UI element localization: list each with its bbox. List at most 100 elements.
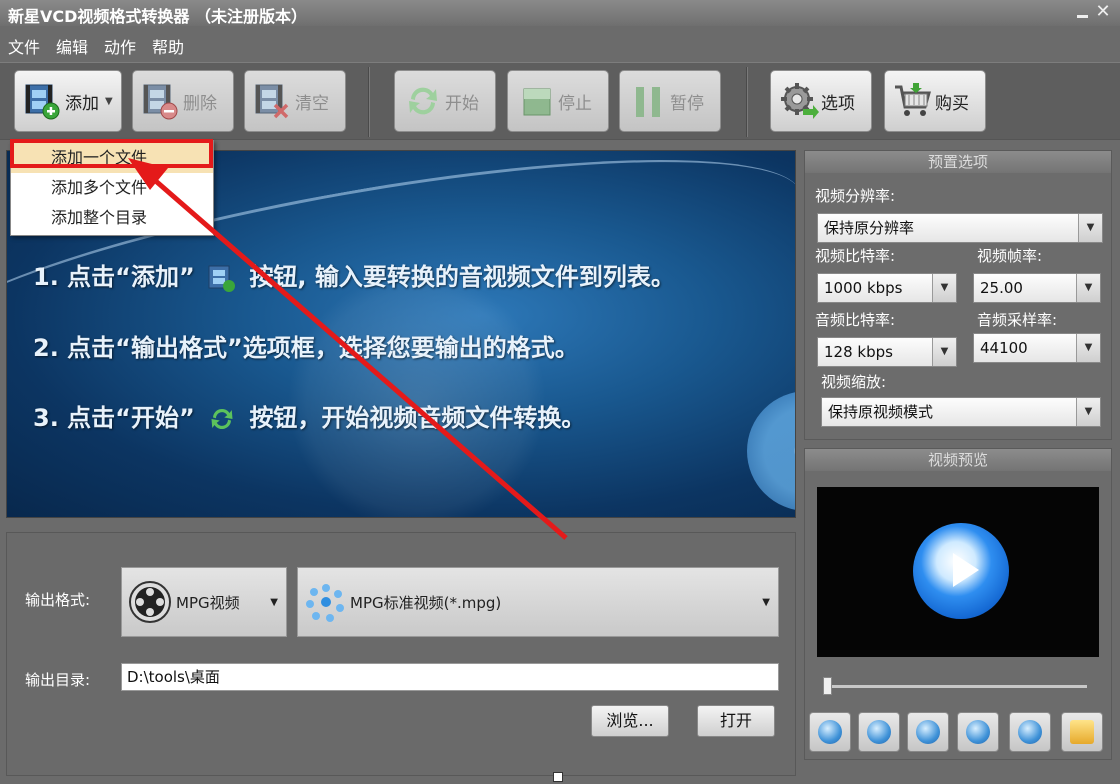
video-bitrate-label: 视频比特率:	[815, 247, 896, 265]
seek-bar[interactable]	[825, 685, 1087, 688]
pause-button[interactable]: 暂停	[619, 70, 721, 132]
seek-thumb[interactable]	[823, 677, 832, 695]
video-bitrate-value: 1000 kbps	[824, 279, 903, 297]
pause-button-label: 暂停	[670, 93, 704, 114]
dots-circle-icon	[306, 584, 344, 622]
open-button[interactable]: 打开	[697, 705, 775, 737]
stop-button[interactable]: 停止	[507, 70, 609, 132]
open-folder-control-button[interactable]	[1061, 712, 1103, 752]
options-button-label: 选项	[821, 93, 855, 114]
clear-button[interactable]: 清空	[244, 70, 346, 132]
add-button-label: 添加	[65, 93, 99, 114]
refresh-arrows-icon	[211, 408, 233, 430]
volume-control-button[interactable]	[957, 712, 999, 752]
chevron-down-icon: ▼	[1076, 334, 1100, 362]
output-format-select[interactable]: MPG视频 ▼	[121, 567, 287, 637]
output-subformat-select[interactable]: MPG标准视频(*.mpg) ▼	[297, 567, 779, 637]
samplerate-value: 44100	[980, 339, 1028, 357]
framerate-value: 25.00	[980, 279, 1023, 297]
minimize-button[interactable]	[1076, 6, 1090, 20]
chevron-down-icon: ▼	[1078, 214, 1102, 242]
pause-control-button[interactable]	[858, 712, 900, 752]
snapshot-control-button[interactable]	[1009, 712, 1051, 752]
video-bitrate-select[interactable]: 1000 kbps ▼	[817, 273, 957, 303]
buy-button[interactable]: 购买	[884, 70, 986, 132]
clear-film-icon	[255, 84, 289, 119]
add-button[interactable]: 添加 ▼	[14, 70, 122, 132]
step-3-text-a: 3. 点击“开始”	[33, 404, 195, 432]
samplerate-label: 音频采样率:	[977, 311, 1058, 329]
close-button[interactable]: ✕	[1094, 2, 1112, 22]
preview-screen[interactable]	[817, 487, 1099, 657]
disc-decoration	[747, 391, 795, 511]
folder-icon	[1070, 720, 1094, 744]
audio-bitrate-select[interactable]: 128 kbps ▼	[817, 337, 957, 367]
play-icon[interactable]	[913, 523, 1009, 619]
menu-help[interactable]: 帮助	[144, 30, 192, 60]
preset-options-panel: 预置选项 视频分辨率: 保持原分辨率 ▼ 视频比特率: 视频帧率: 1000 k…	[804, 150, 1112, 440]
framerate-label: 视频帧率:	[977, 247, 1043, 265]
add-film-icon	[25, 84, 60, 120]
audio-bitrate-value: 128 kbps	[824, 343, 893, 361]
delete-button-label: 删除	[183, 93, 217, 114]
menu-item-add-multiple-files[interactable]: 添加多个文件	[11, 173, 213, 203]
video-preview-panel: 视频预览	[804, 448, 1112, 760]
toolbar: 添加 ▼ 删除 清空 开始 停止 暂停 选项 购买	[0, 62, 1120, 140]
options-button[interactable]: 选项	[770, 70, 872, 132]
delete-button[interactable]: 删除	[132, 70, 234, 132]
title-bar: 新星VCD视频格式转换器 （未注册版本） ✕	[0, 0, 1120, 26]
speaker-icon	[966, 720, 990, 744]
step-1-text-a: 1. 点击“添加”	[33, 263, 195, 291]
browse-button[interactable]: 浏览...	[591, 705, 669, 737]
scale-select[interactable]: 保持原视频模式 ▼	[821, 397, 1101, 427]
instruction-step-1: 1. 点击“添加” 按钮, 输入要转换的音视频文件到列表。	[33, 257, 675, 293]
output-format-value: MPG视频	[176, 593, 240, 612]
menu-item-add-directory[interactable]: 添加整个目录	[11, 203, 213, 233]
samplerate-select[interactable]: 44100 ▼	[973, 333, 1101, 363]
shopping-cart-icon	[895, 83, 931, 116]
stop-control-button[interactable]	[907, 712, 949, 752]
stop-button-label: 停止	[558, 93, 592, 114]
chevron-down-icon: ▼	[1076, 274, 1100, 302]
menu-action[interactable]: 动作	[96, 30, 144, 60]
menu-item-add-one-file[interactable]: 添加一个文件	[11, 143, 213, 173]
resize-grip[interactable]	[553, 772, 563, 782]
delete-film-icon	[143, 84, 178, 120]
start-button-label: 开始	[445, 93, 479, 114]
play-control-button[interactable]	[809, 712, 851, 752]
output-format-label: 输出格式:	[25, 591, 91, 609]
add-dropdown-menu: 添加一个文件 添加多个文件 添加整个目录	[10, 140, 214, 236]
add-film-icon	[208, 265, 236, 292]
chevron-down-icon: ▼	[270, 596, 278, 608]
toolbar-separator	[746, 67, 748, 137]
window-title: 新星VCD视频格式转换器 （未注册版本）	[8, 7, 307, 26]
framerate-select[interactable]: 25.00 ▼	[973, 273, 1101, 303]
audio-bitrate-label: 音频比特率:	[815, 311, 896, 329]
chevron-down-icon: ▼	[105, 95, 113, 107]
pause-icon	[867, 720, 891, 744]
stop-icon	[916, 720, 940, 744]
clear-button-label: 清空	[295, 93, 329, 114]
output-dir-input[interactable]: D:\tools\桌面	[121, 663, 779, 691]
film-reel-icon	[129, 581, 171, 623]
chevron-down-icon: ▼	[1076, 398, 1100, 426]
preview-panel-header: 视频预览	[805, 449, 1111, 471]
refresh-arrows-icon	[409, 87, 437, 115]
output-subformat-value: MPG标准视频(*.mpg)	[350, 593, 502, 612]
menu-edit[interactable]: 编辑	[48, 30, 96, 60]
pause-bars-icon	[636, 87, 660, 117]
buy-button-label: 购买	[935, 93, 969, 114]
instruction-step-3: 3. 点击“开始” 按钮，开始视频音频文件转换。	[33, 398, 585, 434]
menu-bar: 文件 编辑 动作 帮助	[0, 30, 1120, 60]
instruction-step-2: 2. 点击“输出格式”选项框，选择您要输出的格式。	[33, 334, 579, 362]
toolbar-separator	[368, 67, 370, 137]
chevron-down-icon: ▼	[932, 338, 956, 366]
resolution-select[interactable]: 保持原分辨率 ▼	[817, 213, 1103, 243]
output-dir-label: 输出目录:	[25, 671, 91, 689]
chevron-down-icon: ▼	[762, 596, 770, 608]
stop-square-icon	[523, 88, 551, 116]
resolution-value: 保持原分辨率	[824, 219, 915, 237]
resolution-label: 视频分辨率:	[815, 187, 896, 205]
menu-file[interactable]: 文件	[0, 30, 48, 60]
start-button[interactable]: 开始	[394, 70, 496, 132]
